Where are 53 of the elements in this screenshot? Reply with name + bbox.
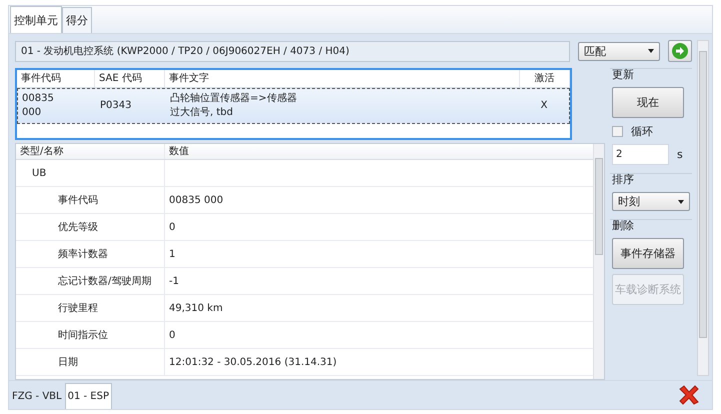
table-cell: 49,310 km — [169, 302, 223, 314]
group-label: 删除 — [612, 218, 635, 233]
column-header[interactable]: 激活 — [520, 70, 570, 87]
group-label: 排序 — [612, 172, 635, 187]
table-cell-text: 日期 — [57, 356, 78, 369]
tab[interactable]: 01 - ESP — [64, 383, 112, 409]
tab[interactable]: FZG - VBL — [9, 383, 65, 409]
table-cell-text: 忘记计数器/驾驶周期 — [57, 274, 152, 288]
module-field: 01 - 发动机电控系统 (KWP2000 / TP20 / 06J906027EH / 4073 / H04) — [15, 40, 570, 62]
table-cell-text: 行驶里程 — [57, 302, 98, 315]
column-header[interactable]: 事件代码 — [17, 70, 95, 87]
table-cell: 0 — [169, 222, 176, 232]
sort-dropdown[interactable]: 时刻 — [612, 192, 690, 211]
column-header[interactable]: 类型/名称 — [16, 144, 165, 159]
scroll-thumb[interactable] — [595, 158, 603, 255]
table-cell-text: 时间指示位 — [57, 328, 108, 342]
close-icon[interactable] — [678, 385, 700, 405]
checkbox-label: 循环 — [631, 124, 653, 138]
now-button[interactable]: 现在 — [612, 87, 684, 118]
table-cell: -1 — [169, 276, 179, 286]
checkbox[interactable] — [612, 126, 623, 136]
unit-label: s — [677, 148, 683, 161]
table-cell-text: 频率计数器 — [57, 248, 108, 261]
table-cell-text: 过大信号, tbd — [170, 106, 234, 120]
scrollbar[interactable] — [593, 144, 604, 379]
column-header[interactable]: SAE 代码 — [95, 70, 165, 87]
table-cell-text: 事件代码 — [57, 194, 98, 207]
column-header[interactable]: 数值 — [165, 144, 593, 159]
table-cell-text: UB — [31, 168, 46, 178]
caret-icon — [648, 49, 654, 53]
caret-icon — [678, 200, 684, 204]
interval-field[interactable]: 2 — [612, 144, 669, 165]
table-cell: 1 — [169, 248, 176, 260]
tab[interactable]: 得分 — [62, 7, 92, 33]
table-cell: P0343 — [100, 100, 132, 111]
group-label: 更新 — [612, 67, 635, 82]
event-row[interactable]: 00835 000 P0343 凸轮轴位置传感器=>传感器 过大信号, tbd X — [17, 88, 570, 124]
table-cell: 0 — [169, 330, 176, 340]
table-cell-text: 凸轮轴位置传感器=>传感器 — [170, 92, 298, 106]
delete-button[interactable]: 事件存储器 — [612, 238, 684, 269]
tab[interactable]: 控制单元 — [10, 6, 62, 33]
table-cell: 12:01:32 - 30.05.2016 (31.14.31) — [169, 356, 337, 368]
go-button[interactable] — [668, 40, 692, 62]
mode-dropdown[interactable]: 匹配 — [578, 42, 660, 60]
table-cell-text: 00835 — [22, 92, 55, 106]
scroll-thumb[interactable] — [699, 51, 707, 338]
table-cell: 00835 000 — [169, 194, 224, 206]
arrow-right-icon — [672, 43, 688, 59]
table-cell-text: 000 — [22, 106, 42, 120]
table-cell-text: 优先等级 — [57, 220, 98, 234]
scrollbar[interactable] — [697, 40, 709, 376]
table-cell: X — [540, 100, 548, 111]
column-header[interactable]: 事件文字 — [165, 70, 520, 87]
